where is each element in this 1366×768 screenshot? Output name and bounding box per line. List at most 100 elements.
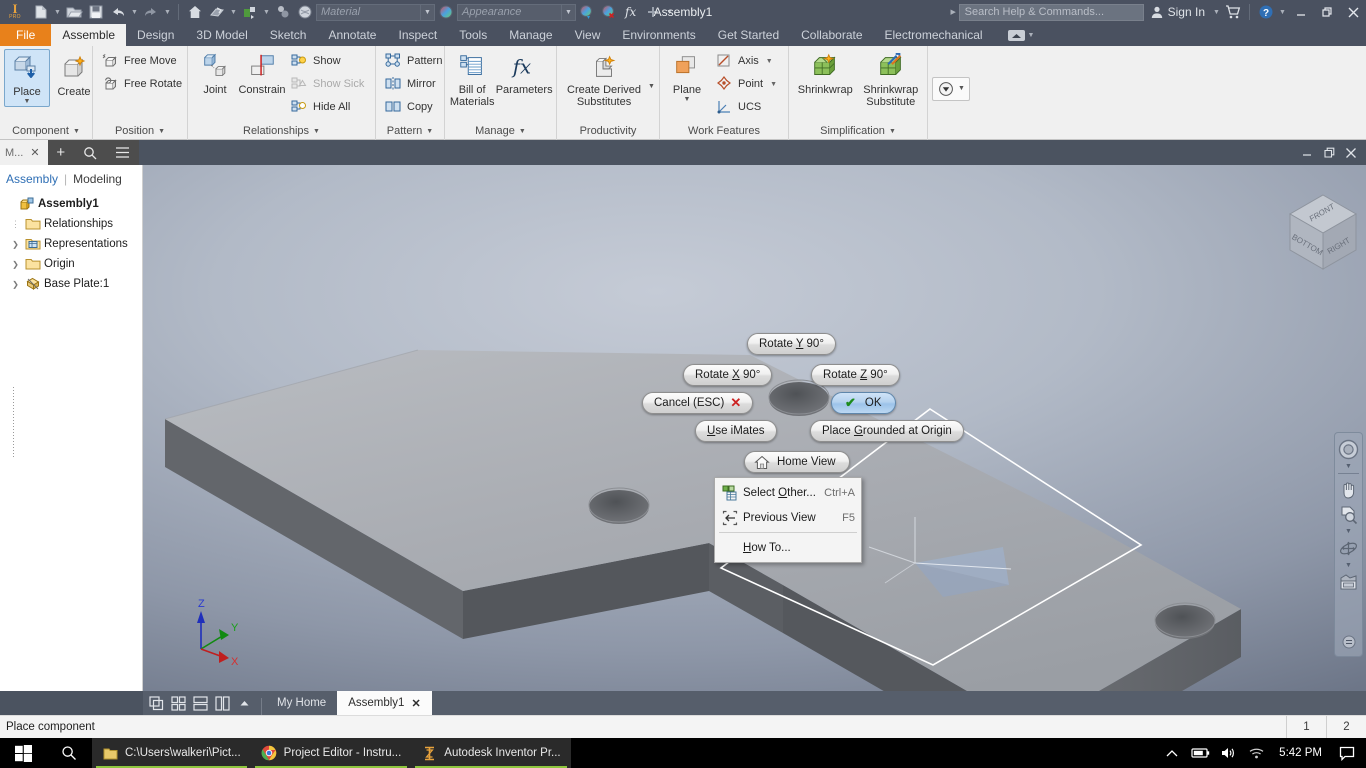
clear-appearance-icon[interactable]	[598, 1, 620, 23]
free-move-button[interactable]: Free Move	[97, 50, 189, 72]
document-restore-button[interactable]	[1318, 140, 1340, 165]
browser-tab[interactable]: M... ✕	[0, 140, 48, 165]
constrain-button[interactable]: Constrain	[239, 49, 285, 98]
browser-tab-close-icon[interactable]: ✕	[30, 146, 39, 159]
wifi-icon[interactable]	[1243, 738, 1269, 768]
tab-file[interactable]: File	[0, 24, 51, 46]
panel-title-position[interactable]: Position▼	[93, 123, 187, 140]
work-axis-caret-icon[interactable]: ▼	[766, 58, 773, 65]
open-document-icon[interactable]	[63, 1, 85, 23]
navbar-options-icon[interactable]	[1342, 635, 1356, 652]
tab-design[interactable]: Design	[126, 24, 185, 46]
tile-horizontal-icon[interactable]	[190, 693, 210, 713]
work-plane-button[interactable]: Plane ▼	[664, 49, 710, 105]
appearance-field[interactable]: Appearance	[457, 4, 562, 21]
tree-node-representations[interactable]: ❯ Representations	[0, 234, 142, 254]
tab-assemble[interactable]: Assemble	[51, 24, 126, 46]
home-view-button[interactable]: Home View	[744, 451, 850, 473]
place-component-button[interactable]: Place ▼	[4, 49, 50, 107]
cancel-button[interactable]: Cancel (ESC) ✕	[642, 392, 753, 414]
browser-mode-assembly[interactable]: Assembly	[6, 172, 58, 186]
update-icon[interactable]	[239, 1, 261, 23]
new-document-caret-icon[interactable]: ▼	[52, 1, 63, 23]
start-button[interactable]	[0, 738, 46, 768]
battery-icon[interactable]	[1187, 738, 1213, 768]
steering-wheel-caret-icon[interactable]: ▼	[1336, 462, 1361, 470]
cart-icon[interactable]	[1222, 1, 1244, 23]
taskbar-app-inventor[interactable]: Autodesk Inventor Pr...	[411, 738, 570, 768]
rotate-y-90-button[interactable]: Rotate Y 90°	[747, 333, 836, 355]
create-derived-substitutes-caret-icon[interactable]: ▼	[648, 83, 655, 90]
panel-title-manage[interactable]: Manage▼	[445, 123, 556, 140]
tree-expander[interactable]: ❯	[10, 260, 21, 269]
search-expand-caret-icon[interactable]: ▶	[948, 1, 959, 23]
material-dropdown-caret-icon[interactable]: ▼	[421, 4, 435, 21]
mirror-button[interactable]: Mirror	[380, 73, 449, 95]
work-point-caret-icon[interactable]: ▼	[770, 81, 777, 88]
more-arrow-icon[interactable]	[234, 693, 254, 713]
tab-electromechanical[interactable]: Electromechanical	[874, 24, 994, 46]
appearance-sphere-icon[interactable]	[435, 1, 457, 23]
return-icon[interactable]	[206, 1, 228, 23]
menu-icon[interactable]	[115, 146, 130, 159]
context-menu-item-how-to[interactable]: How To...	[715, 535, 861, 560]
tab-get-started[interactable]: Get Started	[707, 24, 790, 46]
new-document-icon[interactable]	[30, 1, 52, 23]
ribbon-display-options[interactable]: ▼	[1008, 24, 1035, 46]
tree-node-assembly1[interactable]: Assembly1	[0, 194, 142, 214]
update-caret-icon[interactable]: ▼	[261, 1, 272, 23]
material-field[interactable]: Material	[316, 4, 421, 21]
look-at-icon[interactable]	[1336, 570, 1361, 594]
context-menu-item-previous-view[interactable]: Previous View F5	[715, 505, 861, 530]
steering-wheel-icon[interactable]	[1336, 437, 1361, 461]
pan-hand-icon[interactable]	[1336, 477, 1361, 501]
document-tab-my-home[interactable]: My Home	[266, 691, 337, 715]
cascade-windows-icon[interactable]	[146, 693, 166, 713]
ribbon-display-icon[interactable]	[1008, 30, 1025, 41]
browser-mode-modeling[interactable]: Modeling	[73, 172, 122, 186]
work-plane-caret-icon[interactable]: ▼	[684, 96, 691, 103]
add-browser-tab-icon[interactable]: +	[56, 144, 65, 161]
tab-manage[interactable]: Manage	[498, 24, 563, 46]
tab-view[interactable]: View	[564, 24, 612, 46]
tab-tools[interactable]: Tools	[448, 24, 498, 46]
app-close-button[interactable]	[1340, 0, 1366, 24]
copy-button[interactable]: Copy	[380, 96, 449, 118]
search-input[interactable]: Search Help & Commands...	[959, 4, 1144, 21]
tab-sketch[interactable]: Sketch	[259, 24, 318, 46]
tab-annotate[interactable]: Annotate	[317, 24, 387, 46]
return-caret-icon[interactable]: ▼	[228, 1, 239, 23]
tab-environments[interactable]: Environments	[611, 24, 706, 46]
pattern-button[interactable]: Pattern	[380, 50, 449, 72]
place-grounded-at-origin-button[interactable]: Place Grounded at Origin	[810, 420, 964, 442]
3d-viewport[interactable]: Z Y X Rotate Y 90° Rotate X 90° Rotate Z…	[143, 165, 1366, 691]
quick-access-overflow-caret-icon[interactable]: ▼	[664, 1, 675, 23]
work-axis-button[interactable]: Axis ▼	[711, 50, 784, 72]
orbit-icon[interactable]	[1336, 536, 1361, 560]
taskbar-clock[interactable]: 5:42 PM	[1271, 747, 1330, 759]
search-icon[interactable]	[83, 146, 97, 160]
appearance-dropdown-caret-icon[interactable]: ▼	[562, 4, 576, 21]
hide-all-button[interactable]: Hide All	[286, 96, 371, 118]
help-icon[interactable]: ?	[1255, 1, 1277, 23]
redo-icon[interactable]	[140, 1, 162, 23]
parameters-button[interactable]: fx Parameters	[496, 49, 552, 98]
bill-of-materials-button[interactable]: Bill ofMaterials	[449, 49, 495, 110]
panel-title-simplification[interactable]: Simplification▼	[789, 123, 927, 140]
convert-button[interactable]: ▼	[932, 77, 970, 101]
panel-title-component[interactable]: Component▼	[0, 123, 92, 140]
zoom-icon[interactable]	[1336, 502, 1361, 526]
help-caret-icon[interactable]: ▼	[1277, 1, 1288, 23]
volume-icon[interactable]	[1215, 738, 1241, 768]
material-sphere-icon[interactable]	[294, 1, 316, 23]
parameters-fx-icon[interactable]: fx	[620, 1, 642, 23]
view-cube[interactable]: FRONT BOTTOM RIGHT	[1280, 185, 1366, 281]
ok-button[interactable]: ✔ OK	[831, 392, 896, 414]
add-to-quick-access-icon[interactable]	[642, 1, 664, 23]
rotate-x-90-button[interactable]: Rotate X 90°	[683, 364, 772, 386]
orbit-caret-icon[interactable]: ▼	[1336, 561, 1361, 569]
panel-title-relationships[interactable]: Relationships▼	[188, 123, 375, 140]
document-minimize-button[interactable]	[1296, 140, 1318, 165]
use-imates-button[interactable]: Use iMates	[695, 420, 777, 442]
document-tab-assembly1[interactable]: Assembly1 ✕	[337, 691, 431, 715]
